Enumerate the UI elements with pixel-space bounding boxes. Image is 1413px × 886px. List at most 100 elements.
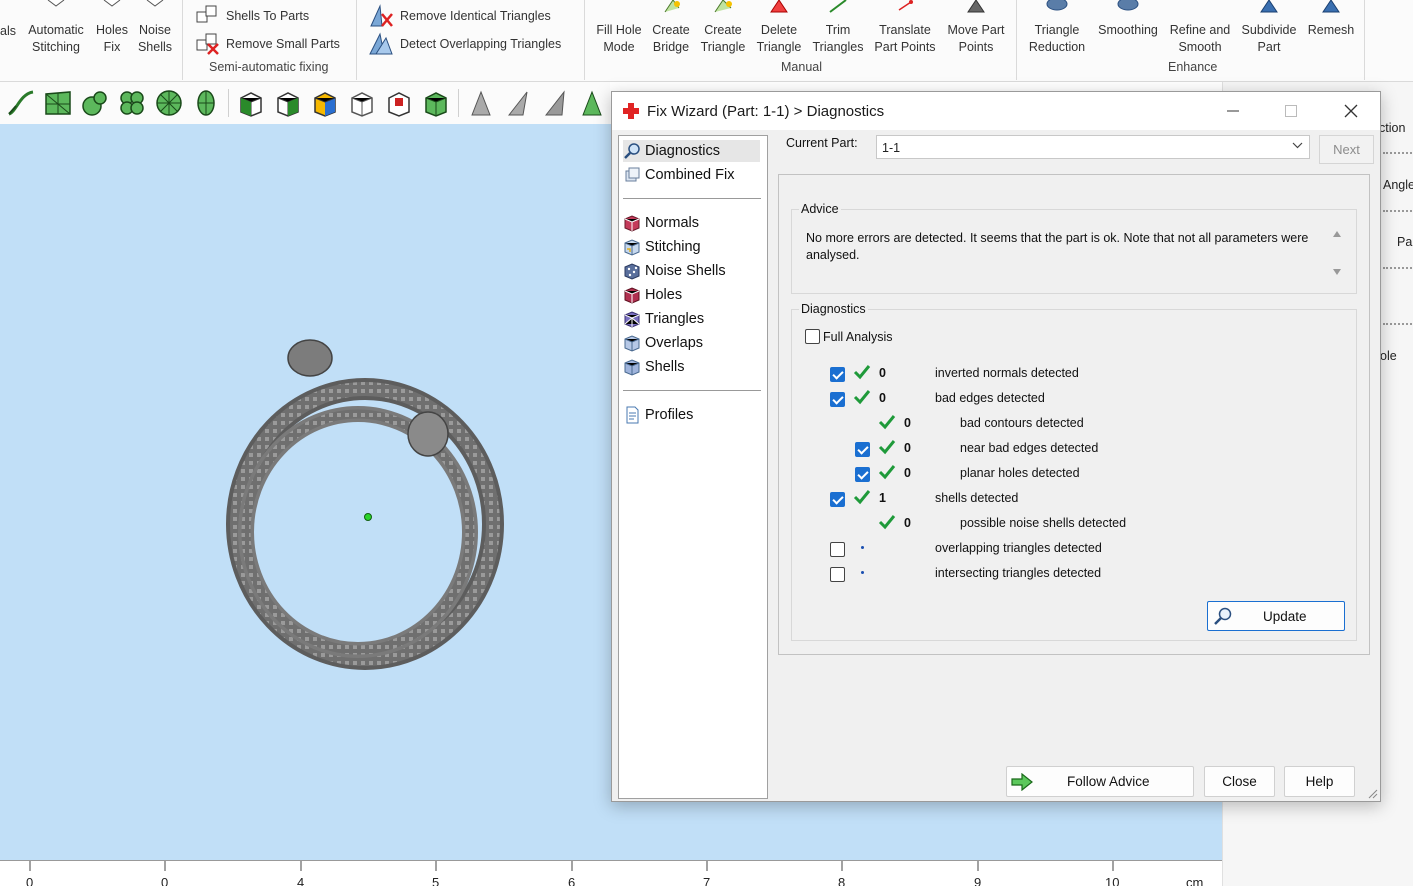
curve-tool-icon[interactable] (4, 86, 38, 120)
nav-item-shells[interactable]: Shells (623, 356, 705, 378)
next-button[interactable]: Next (1319, 135, 1374, 164)
nav-item-holes[interactable]: Holes (623, 284, 702, 306)
translate-part-points-button[interactable]: Translate Part Points (872, 0, 938, 56)
remove-identical-triangles-button[interactable]: Remove Identical Triangles (368, 4, 551, 28)
current-part-select[interactable]: 1-1 (876, 135, 1310, 159)
nav-item-diagnostics[interactable]: Diagnostics (623, 140, 760, 162)
close-icon (1344, 104, 1358, 118)
near-bad-edges-checkbox[interactable] (855, 442, 870, 457)
nav-item-triangles[interactable]: Triangles (623, 308, 724, 330)
bad-contours-count: 0 (904, 416, 911, 430)
intersecting-triangles-label: intersecting triangles detected (935, 566, 1102, 580)
holes-fix-button[interactable]: Holes Fix (93, 0, 131, 56)
close-window-button[interactable] (1322, 92, 1380, 130)
refine-smooth-icon (1188, 0, 1212, 14)
holes-cube-icon (624, 287, 640, 304)
mesh-surface-icon[interactable] (41, 86, 75, 120)
nav-item-normals[interactable]: Normals (623, 212, 719, 234)
green-check-icon (878, 440, 896, 455)
fill-hole-mode-button[interactable]: Fill Hole Mode (593, 0, 645, 56)
noise-shells-icon (146, 0, 164, 7)
follow-advice-button[interactable]: Follow Advice (1006, 766, 1194, 797)
ruler-label: 8 (838, 875, 846, 886)
create-triangle-button[interactable]: Create Triangle (698, 0, 748, 56)
wheel-mesh-icon[interactable] (152, 86, 186, 120)
intersecting-triangles-checkbox[interactable] (830, 567, 845, 582)
nav-item-overlaps[interactable]: Overlaps (623, 332, 723, 354)
ruler-label: 6 (568, 875, 576, 886)
cube-top-icon[interactable] (271, 86, 305, 120)
remove-small-parts-button[interactable]: Remove Small Parts (194, 32, 340, 56)
dialog-title: Fix Wizard (Part: 1-1) > Diagnostics (647, 102, 885, 120)
cube-color-icon[interactable] (308, 86, 342, 120)
resize-grip-icon[interactable] (1366, 787, 1378, 799)
inverted-normals-label: inverted normals detected (935, 366, 1079, 380)
group-label-enhance: Enhance (1168, 60, 1218, 74)
wizard-nav-panel: Diagnostics Combined Fix Normals Stitchi… (618, 135, 768, 799)
shells-checkbox[interactable] (830, 492, 845, 507)
smoothing-button[interactable]: Smoothing (1094, 0, 1162, 39)
shells-to-parts-button[interactable]: Shells To Parts (194, 4, 309, 28)
refine-and-smooth-button[interactable]: Refine and Smooth (1166, 0, 1234, 56)
chevron-down-icon (1292, 142, 1303, 149)
update-button[interactable]: Update (1207, 601, 1345, 631)
pending-dot-icon (861, 571, 864, 574)
ruler-label: 7 (703, 875, 711, 886)
advice-legend: Advice (799, 202, 841, 216)
minimize-button[interactable] (1204, 92, 1262, 130)
cube-green-icon[interactable] (419, 86, 453, 120)
scroll-up-icon[interactable] (1332, 230, 1342, 238)
nav-item-combined-fix[interactable]: Combined Fix (623, 164, 754, 186)
nav-item-noise-shells[interactable]: Noise Shells (623, 260, 746, 282)
ribbon-separator (356, 0, 357, 80)
cube-red-icon[interactable] (382, 86, 416, 120)
ribbon: als Automatic Stitching Holes Fix Noise … (0, 0, 1413, 82)
cube-front-icon[interactable] (234, 86, 268, 120)
ring-model[interactable] (0, 124, 620, 860)
remesh-icon (1322, 0, 1340, 13)
triangle-green-icon[interactable] (575, 86, 609, 120)
help-button[interactable]: Help (1284, 766, 1355, 797)
nav-item-stitching[interactable]: Stitching (623, 236, 721, 258)
bad-edges-checkbox[interactable] (830, 392, 845, 407)
trim-triangles-button[interactable]: Trim Triangles (810, 0, 866, 56)
maximize-button[interactable] (1262, 92, 1320, 130)
noise-shells-icon (624, 263, 640, 280)
cube-wire-icon[interactable] (345, 86, 379, 120)
automatic-stitching-button[interactable]: Automatic Stitching (25, 0, 87, 56)
move-points-icon (967, 0, 985, 13)
group-label-manual: Manual (781, 60, 822, 74)
panel-fragment: Angle (1383, 178, 1413, 192)
dialog-titlebar[interactable]: Fix Wizard (Part: 1-1) > Diagnostics (612, 92, 1380, 130)
overlapping-triangles-checkbox[interactable] (830, 542, 845, 557)
triangle-split-icon[interactable] (501, 86, 535, 120)
cube-stack-icon (625, 167, 640, 182)
group-label-semi-automatic: Semi-automatic fixing (209, 60, 329, 74)
inverted-normals-checkbox[interactable] (830, 367, 845, 382)
remesh-button[interactable]: Remesh (1304, 0, 1358, 39)
remove-identical-triangles-icon (370, 4, 393, 27)
scroll-down-icon[interactable] (1332, 268, 1342, 276)
subdivide-part-button[interactable]: Subdivide Part (1238, 0, 1300, 56)
full-analysis-label: Full Analysis (823, 330, 893, 344)
triangle-reduction-button[interactable]: Triangle Reduction (1026, 0, 1088, 56)
clover-mesh-icon[interactable] (115, 86, 149, 120)
triangle-flip-icon[interactable] (538, 86, 572, 120)
move-part-points-button[interactable]: Move Part Points (944, 0, 1008, 56)
pivot-point (364, 513, 372, 521)
nav-item-profiles[interactable]: Profiles (623, 404, 713, 426)
leaf-mesh-icon[interactable] (189, 86, 223, 120)
detect-overlapping-triangles-button[interactable]: Detect Overlapping Triangles (368, 32, 561, 56)
nav-divider (623, 198, 761, 199)
ribbon-button-partial[interactable]: als (0, 6, 20, 40)
delete-triangle-button[interactable]: Delete Triangle (754, 0, 804, 56)
near-bad-edges-label: near bad edges detected (960, 441, 1099, 455)
noise-shells-button[interactable]: Noise Shells (136, 0, 174, 56)
planar-holes-checkbox[interactable] (855, 467, 870, 482)
fill-hole-icon (607, 0, 631, 14)
blob-mesh-icon[interactable] (78, 86, 112, 120)
create-bridge-button[interactable]: Create Bridge (649, 0, 693, 56)
close-button[interactable]: Close (1204, 766, 1275, 797)
full-analysis-checkbox[interactable] (805, 329, 820, 344)
triangle-gray-icon[interactable] (464, 86, 498, 120)
